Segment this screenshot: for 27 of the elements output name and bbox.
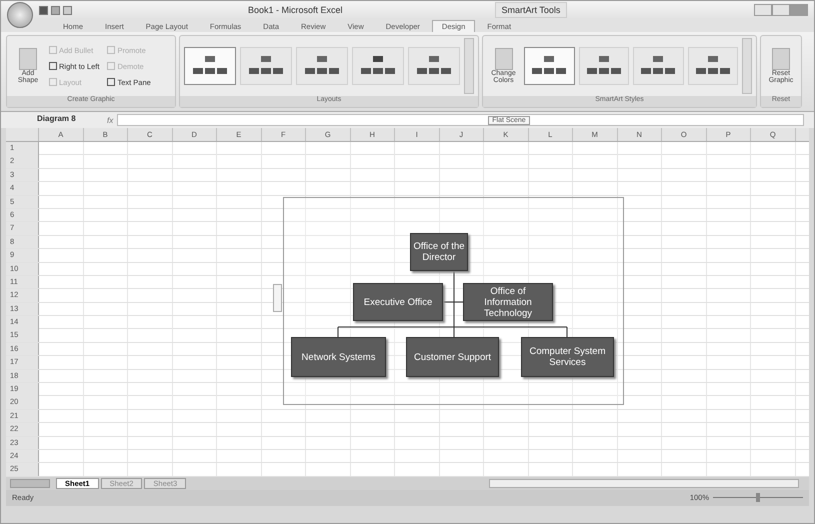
minimize-button[interactable] <box>754 4 772 16</box>
gallery-scrollbar[interactable] <box>742 38 752 94</box>
org-chart-node[interactable]: Computer System Services <box>521 337 614 377</box>
style-thumbnail[interactable] <box>633 47 684 85</box>
context-title: SmartArt Tools <box>494 2 568 18</box>
gallery-scrollbar[interactable] <box>464 38 474 94</box>
text-pane-handle[interactable] <box>273 284 282 312</box>
office-button[interactable] <box>7 2 33 28</box>
org-chart-node[interactable]: Office of the Director <box>410 233 468 271</box>
style-thumbnail[interactable] <box>524 47 575 85</box>
zoom-slider[interactable] <box>756 493 760 502</box>
function-button[interactable]: fx <box>107 116 114 124</box>
name-box[interactable]: Diagram 8 <box>11 114 91 126</box>
style-thumbnail[interactable] <box>578 47 630 85</box>
org-chart-node[interactable]: Network Systems <box>291 337 386 377</box>
window-title: Book1 - Microsoft Excel <box>248 5 343 15</box>
layout-thumbnail[interactable] <box>184 47 236 85</box>
style-thumbnail[interactable] <box>688 47 738 85</box>
horizontal-scrollbar[interactable] <box>489 478 799 488</box>
layout-thumbnail[interactable] <box>352 47 404 85</box>
org-chart-node[interactable]: Customer Support <box>406 337 499 377</box>
layout-thumbnail[interactable] <box>408 47 460 85</box>
org-chart-node[interactable]: Office of Information Technology <box>463 283 553 321</box>
layout-thumbnail[interactable] <box>296 47 348 85</box>
layout-thumbnail[interactable] <box>240 47 292 85</box>
org-chart-node[interactable]: Executive Office <box>353 283 443 321</box>
maximize-button[interactable] <box>772 4 790 16</box>
